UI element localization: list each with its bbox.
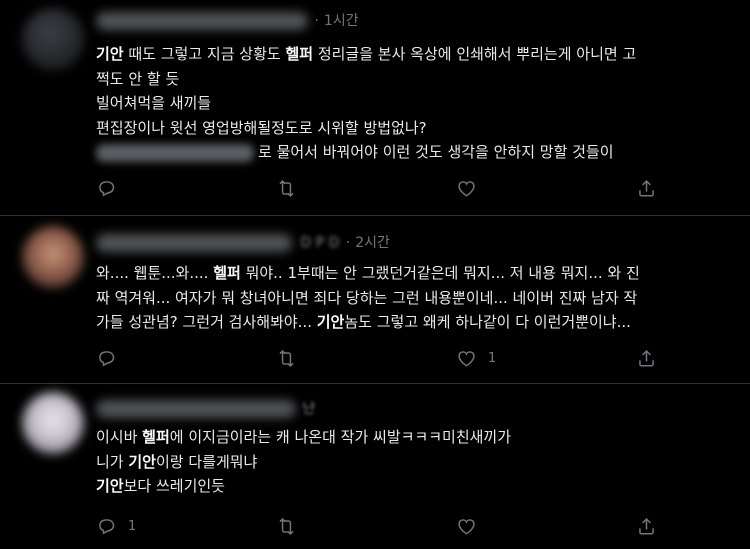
retweet-button[interactable] — [276, 346, 308, 370]
reply-icon — [99, 518, 115, 534]
retweet-icon — [279, 517, 294, 535]
tweet-text-line: 기안보다 쓰레기인듯 — [96, 474, 750, 499]
reply-count: 1 — [128, 518, 137, 534]
text-segment: 정리글을 본사 옥상에 인쇄해서 뿌리는게 아니면 고 — [313, 45, 637, 63]
heart-icon — [458, 350, 475, 367]
retweet-button[interactable] — [276, 514, 308, 538]
tweet-text-line: 이시바 헬퍼에 이지금이라는 캐 나온대 작가 씨발ㅋㅋㅋ미친새끼가 — [96, 425, 750, 450]
reply-icon — [99, 350, 115, 366]
tweet-item[interactable]: D P D · 2시간 와.... 웹툰...와.... 헬퍼 뭐야.. 1부때는… — [0, 216, 750, 384]
tweet-text-line: 가들 성관념? 그런거 검사해봐야... 기안놈도 그렇고 왜케 하나같이 다 … — [96, 310, 750, 335]
like-count: 1 — [488, 350, 497, 366]
tweet-text-line: 편집장이나 윗선 영업방해될정도로 시위할 방법없나? — [96, 116, 750, 141]
tweet-header: 난 — [96, 398, 315, 422]
tweet-item[interactable]: · 1시간 기안 때도 그렇고 지금 상황도 헬퍼 정리글을 본사 옥상에 인쇄해… — [0, 0, 750, 216]
avatar[interactable] — [22, 392, 84, 454]
tweet-text-line: 쩍도 안 할 듯 — [96, 67, 750, 92]
text-segment: 쩍도 안 할 듯 — [96, 69, 180, 88]
share-icon — [639, 517, 654, 535]
text-segment: 때도 그렇고 지금 상황도 — [123, 45, 286, 63]
tweet-text-line: 빌어쳐먹을 새끼들 — [96, 91, 750, 116]
share-button[interactable] — [636, 514, 657, 538]
tweet-actions: 1 — [96, 514, 656, 538]
like-button[interactable] — [456, 176, 488, 200]
reply-button[interactable]: 1 — [96, 514, 136, 538]
tweet-header: D P D · 2시간 — [96, 232, 390, 256]
retweet-button[interactable] — [276, 176, 308, 200]
text-segment: 뭐야.. 1부때는 안 그랬던거같은데 뭐지... 저 내용 뭐지... 와 진 — [240, 264, 640, 282]
text-segment: 놈도 그렇고 왜케 하나같이 다 이런거뿐이냐... — [344, 313, 631, 331]
reply-button[interactable] — [96, 346, 128, 370]
retweet-icon — [279, 179, 294, 197]
text-segment: 짜 역겨워... 여자가 뭐 창녀아니면 죄다 당하는 그런 내용뿐이네... … — [96, 288, 638, 307]
author-name-fragment: D P D — [300, 235, 340, 251]
heart-icon — [458, 518, 475, 535]
tweet-time[interactable]: 1시간 — [324, 13, 359, 29]
retweet-icon — [279, 349, 294, 367]
highlight-keyword: 헬퍼 — [213, 264, 241, 282]
like-button[interactable]: 1 — [456, 346, 496, 370]
author-name-redacted[interactable] — [96, 400, 296, 418]
text-segment: 에 이지금이라는 캐 나온대 작가 씨발ㅋㅋㅋ미친새끼가 — [169, 428, 512, 446]
heart-icon — [458, 180, 475, 197]
highlight-keyword: 헬퍼 — [285, 45, 314, 63]
tweet-text-line: 와.... 웹툰...와.... 헬퍼 뭐야.. 1부때는 안 그랬던거같은데 … — [96, 261, 750, 286]
tweet-actions — [96, 176, 656, 200]
text-segment: 편집장이나 윗선 영업방해될정도로 시위할 방법없나? — [96, 118, 427, 137]
author-name-redacted[interactable] — [96, 12, 308, 30]
highlight-keyword: 기안 — [96, 45, 124, 63]
tweet-item[interactable]: 난 이시바 헬퍼에 이지금이라는 캐 나온대 작가 씨발ㅋㅋㅋ미친새끼가 니가 기… — [0, 384, 750, 549]
share-icon — [639, 179, 654, 197]
tweet-text: 이시바 헬퍼에 이지금이라는 캐 나온대 작가 씨발ㅋㅋㅋ미친새끼가 니가 기안이… — [96, 425, 750, 499]
text-segment: 이시바 — [96, 428, 143, 446]
tweet-text-line: 기안 때도 그렇고 지금 상황도 헬퍼 정리글을 본사 옥상에 인쇄해서 뿌리는… — [96, 42, 750, 67]
text-segment: 와.... 웹툰...와.... — [96, 264, 214, 282]
text-segment: 로 물어서 바꿔어야 이런 것도 생각을 안하지 망할 것들이 — [258, 143, 614, 161]
tweet-actions: 1 — [96, 346, 656, 370]
tweet-text: 와.... 웹툰...와.... 헬퍼 뭐야.. 1부때는 안 그랬던거같은데 … — [96, 261, 750, 335]
tweet-header: · 1시간 — [96, 10, 359, 34]
tweet-text: 기안 때도 그렇고 지금 상황도 헬퍼 정리글을 본사 옥상에 인쇄해서 뿌리는… — [96, 42, 750, 165]
tweet-time[interactable]: 2시간 — [355, 235, 390, 251]
author-name-redacted[interactable] — [96, 234, 292, 252]
author-name-fragment: 난 — [302, 401, 316, 417]
tweet-text-line: 니가 기안이랑 다를게뭐냐 — [96, 450, 750, 475]
tweet-feed: · 1시간 기안 때도 그렇고 지금 상황도 헬퍼 정리글을 본사 옥상에 인쇄해… — [0, 0, 750, 549]
highlight-keyword: 기안 — [96, 477, 124, 495]
redacted-mention — [96, 143, 254, 162]
share-button[interactable] — [636, 346, 657, 370]
tweet-text-line: 짜 역겨워... 여자가 뭐 창녀아니면 죄다 당하는 그런 내용뿐이네... … — [96, 286, 750, 311]
like-button[interactable] — [456, 514, 488, 538]
text-segment: 이랑 다를게뭐냐 — [155, 452, 258, 471]
highlight-keyword: 기안 — [128, 452, 156, 471]
text-segment: 니가 — [96, 452, 129, 471]
highlight-keyword: 기안 — [316, 313, 345, 331]
share-icon — [639, 349, 654, 367]
avatar[interactable] — [22, 8, 84, 70]
avatar[interactable] — [22, 226, 84, 288]
reply-icon — [99, 180, 115, 196]
share-button[interactable] — [636, 176, 657, 200]
text-segment: 가들 성관념? 그런거 검사해봐야... — [96, 313, 317, 331]
text-segment: 빌어쳐먹을 새끼들 — [96, 94, 212, 112]
tweet-text-line: 로 물어서 바꿔어야 이런 것도 생각을 안하지 망할 것들이 — [96, 140, 750, 165]
highlight-keyword: 헬퍼 — [142, 428, 170, 446]
text-segment: 보다 쓰레기인듯 — [123, 477, 225, 495]
reply-button[interactable] — [96, 176, 128, 200]
